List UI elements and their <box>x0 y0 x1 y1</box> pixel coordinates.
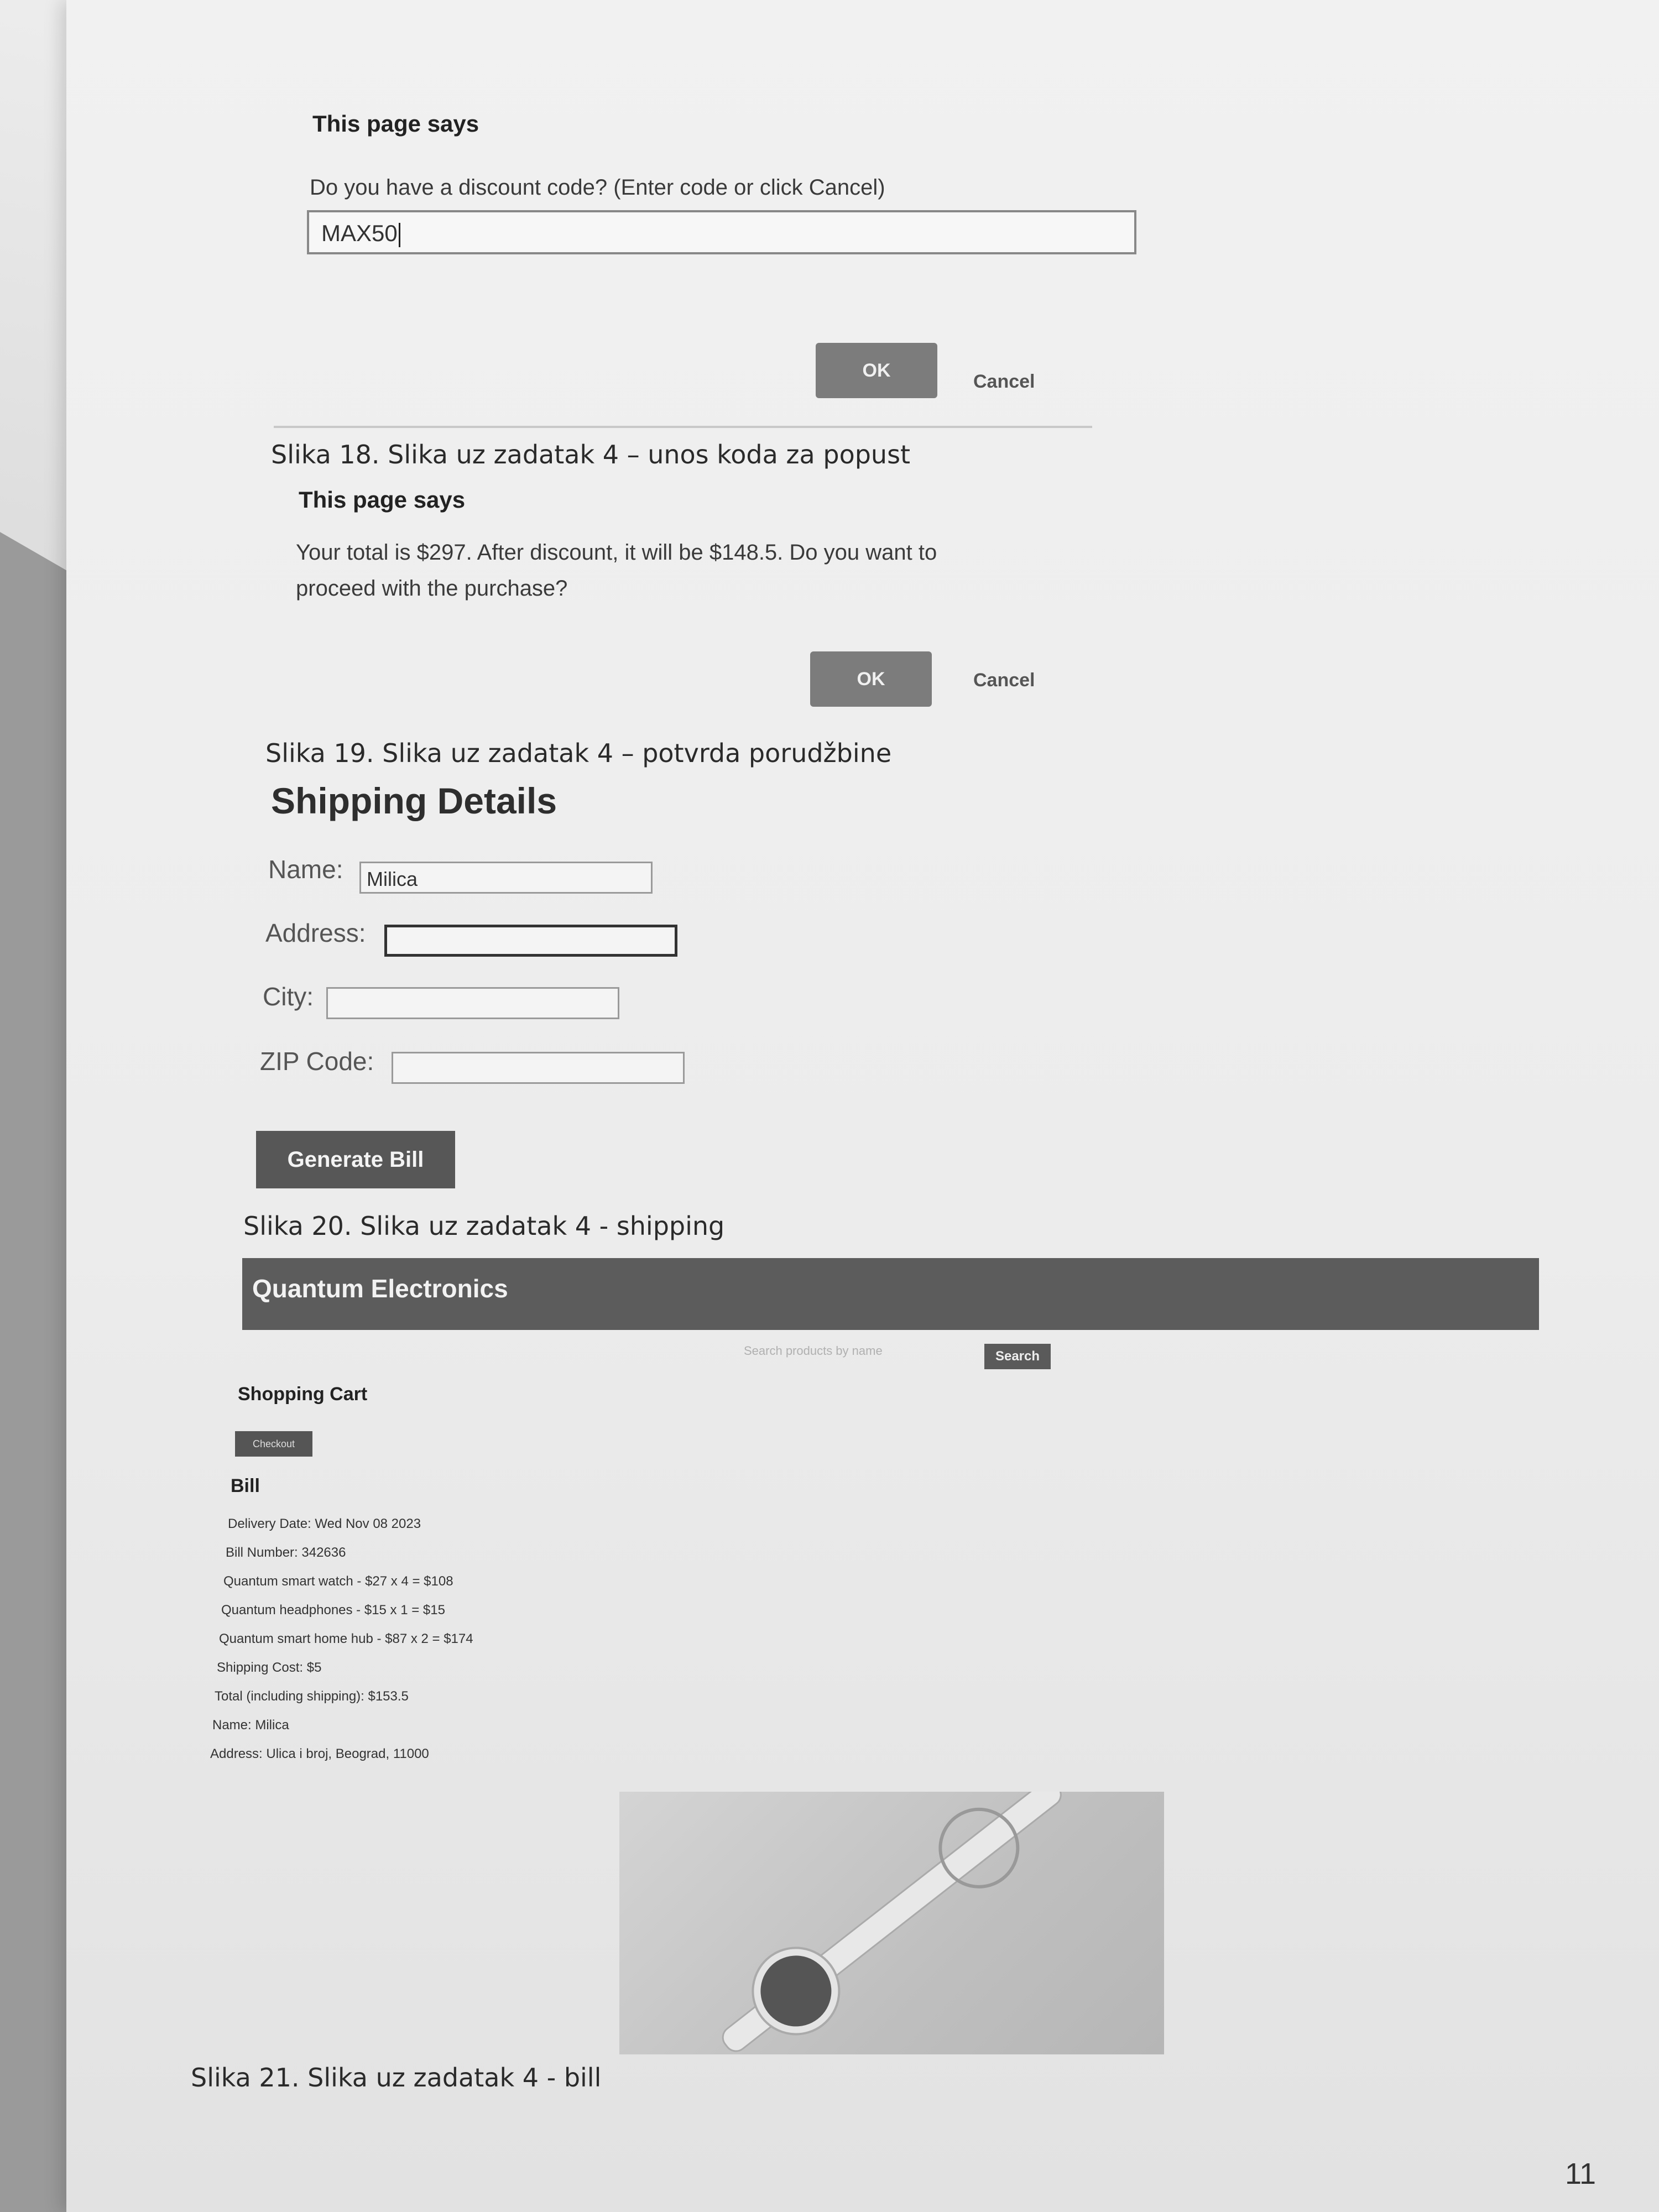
dialog-title: This page says <box>299 487 466 513</box>
shipping-title: Shipping Details <box>271 780 557 821</box>
generate-bill-button[interactable]: Generate Bill <box>256 1131 455 1188</box>
bill-line: Delivery Date: Wed Nov 08 2023 <box>228 1516 421 1531</box>
bill-line: Quantum smart watch - $27 x 4 = $108 <box>223 1574 453 1589</box>
bill-line: Shipping Cost: $5 <box>217 1660 322 1675</box>
address-label: Address: <box>265 919 366 947</box>
city-field[interactable] <box>326 987 619 1019</box>
zip-field[interactable] <box>392 1052 685 1084</box>
dialog-title: This page says <box>312 111 479 137</box>
dialog-ok-button[interactable]: OK <box>816 343 937 398</box>
figure-caption: Slika 20. Slika uz zadatak 4 - shipping <box>243 1211 725 1241</box>
dialog-message: proceed with the purchase? <box>296 576 568 601</box>
page-number: 11 <box>1565 2157 1597 2190</box>
dialog-message: Your total is $297. After discount, it w… <box>296 540 937 565</box>
city-label: City: <box>263 982 314 1011</box>
divider <box>274 426 1092 428</box>
dialog-ok-button[interactable]: OK <box>810 651 932 707</box>
product-image <box>619 1792 1164 2054</box>
zip-label: ZIP Code: <box>260 1047 374 1076</box>
bill-line: Bill Number: 342636 <box>226 1545 346 1560</box>
dialog-message: Do you have a discount code? (Enter code… <box>310 175 885 200</box>
checkout-button[interactable]: Checkout <box>235 1431 312 1457</box>
discount-code-input[interactable]: MAX50 <box>307 210 1136 254</box>
figure-caption: Slika 21. Slika uz zadatak 4 - bill <box>191 2063 602 2093</box>
name-value: Milica <box>367 868 418 890</box>
search-button[interactable]: Search <box>984 1344 1051 1369</box>
bill-line: Name: Milica <box>212 1718 289 1733</box>
address-field[interactable] <box>384 925 677 957</box>
bill-line: Quantum smart home hub - $87 x 2 = $174 <box>219 1631 473 1646</box>
dialog-cancel-button[interactable]: Cancel <box>973 354 1035 409</box>
store-header: Quantum Electronics <box>242 1258 1539 1330</box>
store-name: Quantum Electronics <box>252 1274 508 1303</box>
document-page: This page says Do you have a discount co… <box>66 0 1659 2212</box>
cart-title: Shopping Cart <box>238 1384 368 1405</box>
discount-code-value: MAX50 <box>321 220 398 246</box>
bill-line: Address: Ulica i broj, Beograd, 11000 <box>210 1746 429 1761</box>
bill-line: Quantum headphones - $15 x 1 = $15 <box>221 1603 445 1618</box>
bill-title: Bill <box>231 1475 260 1496</box>
figure-caption: Slika 18. Slika uz zadatak 4 – unos koda… <box>271 440 911 469</box>
name-label: Name: <box>268 855 343 884</box>
smart-watch-illustration <box>722 1792 1062 2052</box>
search-input[interactable]: Search products by name <box>744 1344 883 1358</box>
dialog-cancel-button[interactable]: Cancel <box>973 653 1035 708</box>
name-field[interactable]: Milica <box>359 862 653 894</box>
bill-line: Total (including shipping): $153.5 <box>215 1689 409 1704</box>
figure-caption: Slika 19. Slika uz zadatak 4 – potvrda p… <box>265 738 892 768</box>
text-caret <box>398 222 400 247</box>
